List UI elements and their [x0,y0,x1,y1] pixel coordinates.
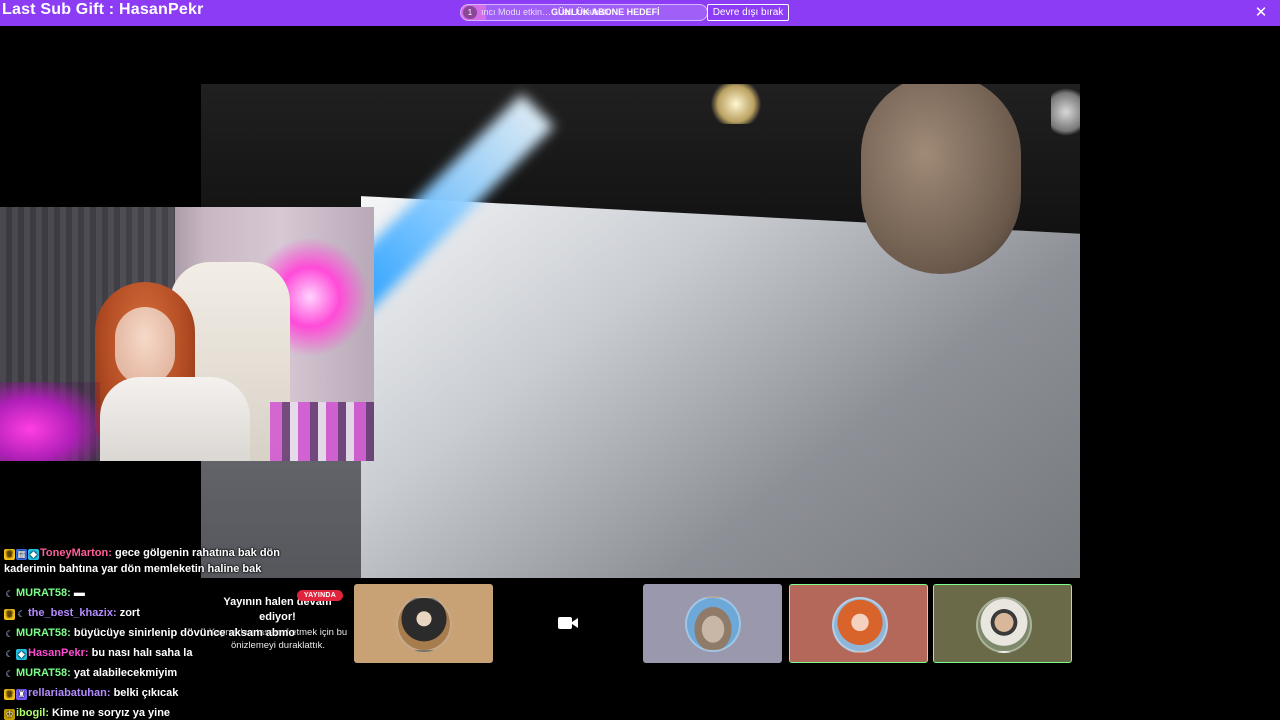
moon-badge-icon: ☾ [5,669,14,679]
chat-message: ☾ ◆ HasanPekr: bu nası halı saha la [4,645,192,661]
chat-text: yat alabilecekmiyim [73,667,178,679]
crown-badge-icon: ♛ [4,689,15,700]
moon-badge-icon: ☾ [5,629,14,639]
moon-badge-icon: ☾ [5,589,14,599]
chat-message: ♛ ♜ rellariabatuhan: belki çıkıcak [4,685,178,701]
chat-username[interactable]: MURAT58: [16,587,74,599]
chat-text: Kime ne soryız ya yine [52,707,171,719]
gem-badge-icon: ◆ [16,649,27,660]
disable-button[interactable]: Devre dışı bırak [707,4,789,21]
chat-text: bu nası halı saha la [91,647,193,659]
video-lamp-right [1051,84,1080,140]
cup-badge-icon: ♔ [4,709,15,720]
close-icon[interactable]: ✕ [1254,5,1268,21]
chat-message: ♛ ☾ the_best_khazix: zort [4,605,140,621]
camera-icon [558,617,578,629]
chat-username[interactable]: MURAT58: [16,667,74,679]
facecam-led-lights [0,382,100,461]
stream-tile-5[interactable] [933,584,1072,663]
sub-goal-label: GÜNLÜK ABONE HEDEFİ [551,7,660,17]
disable-button-label: Devre dışı bırak [712,7,784,18]
video-arm [861,84,1021,274]
chat-username[interactable]: the_best_khazix: [28,607,120,619]
facecam-shelf [270,402,374,461]
facecam-streamer-body [100,377,250,461]
chat-username[interactable]: ibogil: [16,707,52,719]
chat-username[interactable]: HasanPekr: [28,647,92,659]
top-banner: Last Sub Gift : HasanPekr 1 ıncı Modu et… [0,0,1280,26]
avatar [396,596,452,652]
last-sub-gift: Last Sub Gift : HasanPekr [2,1,204,18]
chat-message: ♔ ibogil: Kime ne soryız ya yine [4,705,170,720]
moon-badge-icon: ☾ [5,649,14,659]
chat-username[interactable]: ToneyMarton: [40,547,115,559]
hat-badge-icon: ♜ [16,689,27,700]
gem-badge-icon: ◆ [28,549,39,560]
chat-message: ♛ ▦ ◆ ToneyMarton: gece gölgenin rahatına b… [4,545,294,577]
chat-message: ☾ MURAT58: ▬ [4,585,85,601]
avatar [832,597,888,653]
video-lamp [706,84,766,124]
moon-badge-icon: ☾ [17,609,26,619]
avatar [685,596,741,652]
chat-message: ☾ MURAT58: yat alabilecekmiyim [4,665,177,681]
chat-text: büyücüye sinirlenip dövünce aksam abmo [73,627,296,639]
crown-badge-icon: ♛ [4,549,15,560]
streamer-facecam [0,207,374,461]
chat-text: zort [119,607,140,619]
live-badge: YAYINDA [297,590,343,601]
stream-tile-4[interactable] [789,584,928,663]
avatar [976,597,1032,653]
stream-tile-1[interactable] [354,584,493,663]
stream-tile-3[interactable] [643,584,782,663]
crown-badge-icon: ♛ [4,609,15,620]
chat-username[interactable]: rellariabatuhan: [28,687,114,699]
sub-goal-bar: 1 ıncı Modu etkin… …arı kısaltıldı. GÜNL… [460,4,708,21]
chat-text: ▬ [73,587,85,599]
chat-message: ☾ MURAT58: büyücüye sinirlenip dövünce ak… [4,625,295,641]
sub-badge-icon: ▦ [16,549,27,560]
facecam-streamer-face [115,307,175,385]
stream-tile-2[interactable] [499,584,638,663]
chat-text: belki çıkıcak [113,687,179,699]
chat-username[interactable]: MURAT58: [16,627,74,639]
notice-number: 1 [463,6,477,19]
